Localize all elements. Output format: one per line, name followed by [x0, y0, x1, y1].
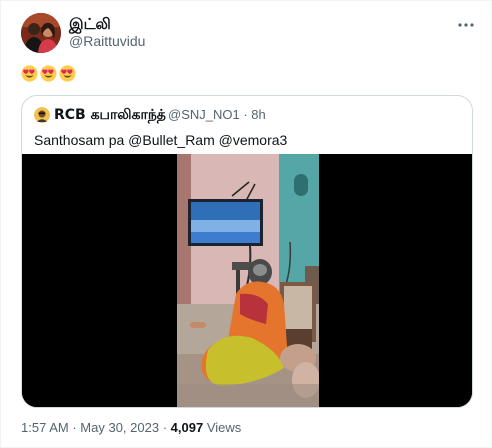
separator-dot: · — [162, 420, 168, 435]
video-player[interactable] — [22, 154, 472, 407]
quoted-author-name[interactable]: RCB கபாலிகாந்த் — [54, 106, 166, 124]
views-label: Views — [206, 420, 242, 435]
quoted-tweet-text: Santhosam pa @Bullet_Ram @vemora3 — [34, 132, 288, 148]
author-name[interactable]: இட்லி — [69, 15, 111, 33]
tweet-text — [21, 65, 76, 87]
more-options-icon[interactable] — [457, 16, 475, 34]
tweet-card: இட்லி @Raittuvidu RCB கபாலிகாந்த் @SNJ_N… — [0, 0, 492, 448]
author-avatar[interactable] — [21, 13, 61, 53]
separator-dot: · — [72, 420, 77, 435]
quoted-tweet[interactable]: RCB கபாலிகாந்த் @SNJ_NO1 · 8h Santhosam … — [21, 95, 473, 408]
views-count: 4,097 — [170, 420, 204, 435]
smiling-face-with-heart-eyes-icon — [40, 65, 57, 82]
tweet-time[interactable]: 1:57 AM — [21, 420, 69, 435]
quoted-author-handle-time[interactable]: @SNJ_NO1 · 8h — [168, 106, 266, 124]
author-handle[interactable]: @Raittuvidu — [69, 33, 145, 49]
video-frame — [22, 154, 472, 407]
tweet-meta: 1:57 AM · May 30, 2023 · 4,097 Views — [21, 419, 241, 437]
tweet-date[interactable]: May 30, 2023 — [80, 420, 159, 435]
smiling-face-with-heart-eyes-icon — [59, 65, 76, 82]
quoted-author-avatar[interactable] — [34, 107, 50, 123]
smiling-face-with-heart-eyes-icon — [21, 65, 38, 82]
